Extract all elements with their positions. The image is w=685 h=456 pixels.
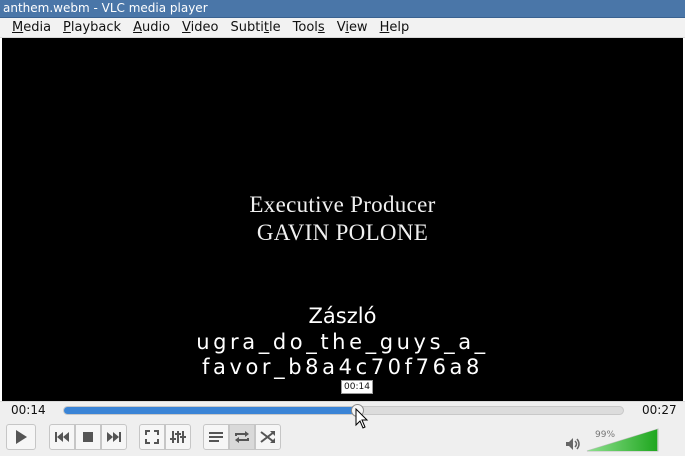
playlist-icon	[209, 432, 223, 442]
loop-icon	[235, 431, 249, 443]
menu-subtitle[interactable]: Subtitle	[224, 18, 286, 37]
volume-slider[interactable]	[586, 428, 660, 452]
menu-audio[interactable]: Audio	[127, 18, 176, 37]
menu-playback[interactable]: Playback	[57, 18, 127, 37]
menu-video[interactable]: Video	[176, 18, 224, 37]
menu-view[interactable]: View	[331, 18, 374, 37]
shuffle-icon	[260, 431, 275, 443]
previous-button[interactable]	[49, 424, 75, 450]
seek-progress	[64, 407, 355, 414]
playlist-button[interactable]	[203, 424, 229, 450]
total-time[interactable]: 00:27	[642, 403, 677, 417]
seek-bar[interactable]	[63, 406, 624, 415]
fullscreen-button[interactable]	[139, 424, 165, 450]
subtitle-line-3: favor_b8a4c70f76a8	[201, 355, 483, 379]
extended-settings-button[interactable]	[165, 424, 191, 450]
speaker-icon[interactable]	[565, 437, 581, 451]
stop-icon	[83, 432, 93, 442]
previous-icon	[55, 432, 69, 442]
window-title: anthem.webm - VLC media player	[0, 0, 685, 18]
menu-tools[interactable]: Tools	[287, 18, 331, 37]
credit-role: Executive Producer	[249, 192, 436, 217]
equalizer-icon	[170, 431, 186, 443]
elapsed-time[interactable]: 00:14	[11, 403, 46, 417]
mouse-cursor-icon	[355, 408, 369, 429]
loop-button[interactable]	[229, 424, 255, 450]
play-button[interactable]	[6, 424, 36, 450]
play-icon	[16, 430, 27, 444]
menu-media[interactable]: Media	[6, 18, 57, 37]
stop-button[interactable]	[75, 424, 101, 450]
credit-name: GAVIN POLONE	[256, 220, 429, 245]
menu-help[interactable]: Help	[374, 18, 416, 37]
menu-bar: Media Playback Audio Video Subtitle Tool…	[0, 18, 685, 38]
shuffle-button[interactable]	[255, 424, 281, 450]
seek-time-tooltip: 00:14	[341, 380, 373, 394]
next-button[interactable]	[101, 424, 127, 450]
next-icon	[107, 432, 121, 442]
fullscreen-icon	[145, 430, 159, 444]
subtitle-line-2: ugra_do_the_guys_a_	[196, 330, 489, 354]
video-display[interactable]: Executive Producer GAVIN POLONE Zászló u…	[2, 38, 683, 401]
subtitle-line-1: Zászló	[308, 304, 377, 328]
